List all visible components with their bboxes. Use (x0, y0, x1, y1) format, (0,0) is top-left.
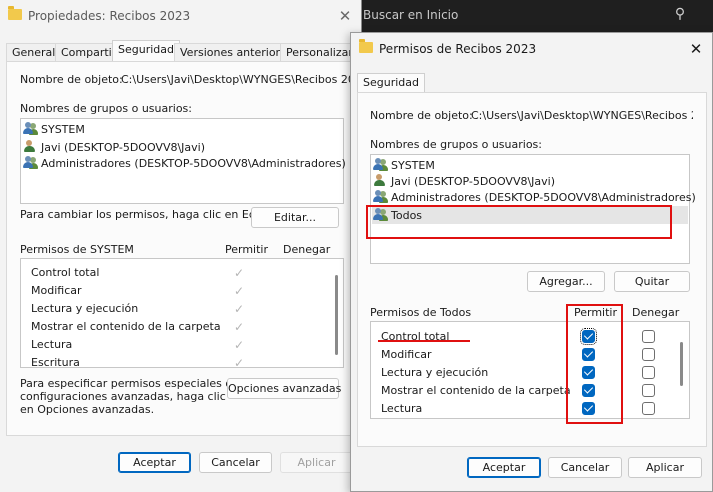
perms-title: Permisos de Todos (370, 306, 472, 319)
ok-button[interactable]: Aceptar (118, 452, 191, 473)
tab-seguridad[interactable]: Seguridad (357, 73, 425, 93)
permissions-list[interactable]: Control total Modificar Lectura y ejecuc… (20, 258, 344, 368)
special-text-line3: en Opciones avanzadas. (20, 403, 155, 416)
apply-button[interactable]: Aplicar (628, 457, 702, 478)
title-bar[interactable]: Propiedades: Recibos 2023 ✕ (0, 0, 361, 32)
allow-check-icon: ✓ (233, 284, 245, 298)
deny-checkbox[interactable] (642, 348, 655, 361)
permission-row: Lectura y ejecución (381, 366, 489, 379)
list-item[interactable]: SYSTEM (23, 121, 85, 138)
allow-check-icon: ✓ (233, 266, 245, 280)
security-panel: Nombre de objeto: C:\Users\Javi\Desktop\… (357, 92, 707, 447)
security-panel: Nombre de objeto: C:\Users\Javi\Desktop\… (6, 61, 356, 436)
annotation-box-permitir (566, 304, 623, 424)
permission-row: Lectura y ejecución (31, 302, 139, 315)
user-icon (373, 174, 388, 187)
object-name-value: C:\Users\Javi\Desktop\WYNGES\Recibos 20 (471, 109, 693, 122)
deny-checkbox[interactable] (642, 366, 655, 379)
user-icon (23, 140, 38, 153)
users-group-icon (373, 158, 388, 171)
permissions-dialog: Permisos de Recibos 2023 ✕ Seguridad Nom… (350, 32, 713, 492)
allow-check-icon: ✓ (233, 302, 245, 316)
object-name-label: Nombre de objeto: (20, 73, 123, 86)
permission-row: Escritura (31, 356, 80, 368)
properties-window: Propiedades: Recibos 2023 ✕ General Comp… (0, 0, 362, 492)
list-item[interactable]: Administradores (DESKTOP-5DOOVV8\Adminis… (23, 155, 346, 172)
change-perms-text: Para cambiar los permisos, haga clic en … (20, 208, 277, 221)
allow-check-icon: ✓ (233, 320, 245, 334)
groups-label: Nombres de grupos o usuarios: (20, 102, 192, 115)
title-bar[interactable]: Permisos de Recibos 2023 ✕ (351, 33, 712, 65)
cancel-button[interactable]: Cancelar (199, 452, 272, 473)
special-text-line1: Para especificar permisos especiales o (20, 377, 233, 390)
window-title: Permisos de Recibos 2023 (379, 42, 537, 56)
users-group-icon (23, 156, 38, 169)
permission-row: Control total (31, 266, 100, 279)
deny-checkbox[interactable] (642, 384, 655, 397)
users-list[interactable]: SYSTEM Javi (DESKTOP-5DOOVV8\Javi) Admin… (20, 118, 346, 204)
permission-row: Modificar (31, 284, 82, 297)
close-icon[interactable]: ✕ (686, 39, 706, 59)
window-title: Propiedades: Recibos 2023 (28, 9, 191, 23)
allow-check-icon: ✓ (233, 356, 245, 368)
deny-checkbox[interactable] (642, 330, 655, 343)
advanced-options-button[interactable]: Opciones avanzadas (227, 378, 341, 399)
permission-row: Control total (381, 330, 450, 343)
permission-row: Modificar (381, 348, 432, 361)
folder-icon (8, 6, 22, 20)
taskbar-search-placeholder[interactable]: Buscar en Inicio (363, 8, 458, 22)
deny-header: Denegar (632, 306, 680, 319)
perms-title: Permisos de SYSTEM (20, 243, 134, 256)
ok-button[interactable]: Aceptar (467, 457, 541, 478)
permission-row: Lectura (31, 338, 73, 351)
users-group-icon (23, 122, 38, 135)
list-item[interactable]: Javi (DESKTOP-5DOOVV8\Javi) (23, 139, 205, 156)
add-button[interactable]: Agregar... (527, 271, 605, 292)
annotation-underline (378, 340, 470, 342)
permission-row: Lectura (381, 402, 423, 415)
tab-personalizar[interactable]: Personalizar (280, 43, 359, 61)
apply-button[interactable]: Aplicar (280, 452, 353, 473)
edit-button[interactable]: Editar... (251, 207, 339, 228)
users-group-icon (373, 190, 388, 203)
deny-header: Denegar (283, 243, 331, 256)
scrollbar[interactable] (335, 275, 338, 355)
deny-checkbox[interactable] (642, 402, 655, 415)
remove-button[interactable]: Quitar (614, 271, 690, 292)
folder-icon (359, 39, 373, 53)
search-icon[interactable]: ⚲ (670, 6, 690, 26)
permissions-list[interactable]: Control total Modificar Lectura y ejecuc… (370, 321, 690, 419)
allow-header: Permitir (225, 243, 269, 256)
tab-seguridad[interactable]: Seguridad (112, 40, 180, 62)
object-name-label: Nombre de objeto: (370, 109, 473, 122)
permission-row: Mostrar el contenido de la carpeta (381, 384, 571, 397)
object-name-value: C:\Users\Javi\Desktop\WYNGES\Recibos 20 (121, 73, 351, 86)
list-item[interactable]: SYSTEM (373, 157, 435, 174)
close-icon[interactable]: ✕ (335, 6, 355, 26)
scrollbar[interactable] (680, 342, 683, 386)
list-item[interactable]: Administradores (DESKTOP-5DOOVV8\Adminis… (373, 189, 696, 206)
allow-check-icon: ✓ (233, 338, 245, 352)
permission-row: Mostrar el contenido de la carpeta (31, 320, 221, 333)
annotation-box-todos (366, 205, 672, 239)
tab-general[interactable]: General (6, 43, 62, 61)
cancel-button[interactable]: Cancelar (548, 457, 622, 478)
taskbar-search-area: Buscar en Inicio ⚲ (355, 0, 713, 32)
special-text-line2: configuraciones avanzadas, haga clic (20, 390, 226, 403)
groups-label: Nombres de grupos o usuarios: (370, 138, 542, 151)
list-item[interactable]: Javi (DESKTOP-5DOOVV8\Javi) (373, 173, 555, 190)
